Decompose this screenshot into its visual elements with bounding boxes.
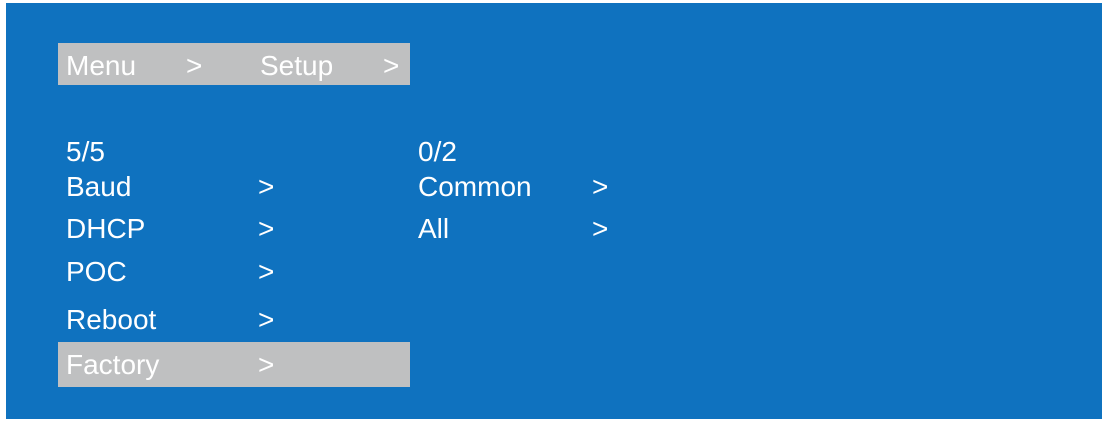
chevron-right-icon: > <box>258 304 275 335</box>
chevron-right-icon: > <box>258 349 275 380</box>
breadcrumb-separator: > <box>186 50 203 81</box>
breadcrumb-item-menu[interactable]: Menu <box>66 48 136 84</box>
chevron-right-icon: > <box>592 171 609 202</box>
chevron-right-icon: > <box>258 171 275 202</box>
submenu-item-label: All <box>418 213 450 244</box>
left-menu-position: 5/5 <box>66 136 105 167</box>
chevron-right-icon: > <box>258 256 275 287</box>
right-menu-position: 0/2 <box>418 136 457 167</box>
chevron-right-icon: > <box>592 213 609 244</box>
menu-item-label: DHCP <box>66 213 146 244</box>
menu-item-label: POC <box>66 256 127 287</box>
menu-item-label: Baud <box>66 171 132 202</box>
submenu-item-label: Common <box>418 171 532 202</box>
chevron-right-icon: > <box>258 213 275 244</box>
breadcrumb-separator: > <box>383 50 400 81</box>
breadcrumb-item-setup[interactable]: Setup <box>260 48 333 84</box>
menu-item-label: Reboot <box>66 304 157 335</box>
menu-item-label: Factory <box>66 349 160 380</box>
osd-screen: Menu > Setup > 5/5 Baud > DHCP > POC > R… <box>6 3 1102 419</box>
